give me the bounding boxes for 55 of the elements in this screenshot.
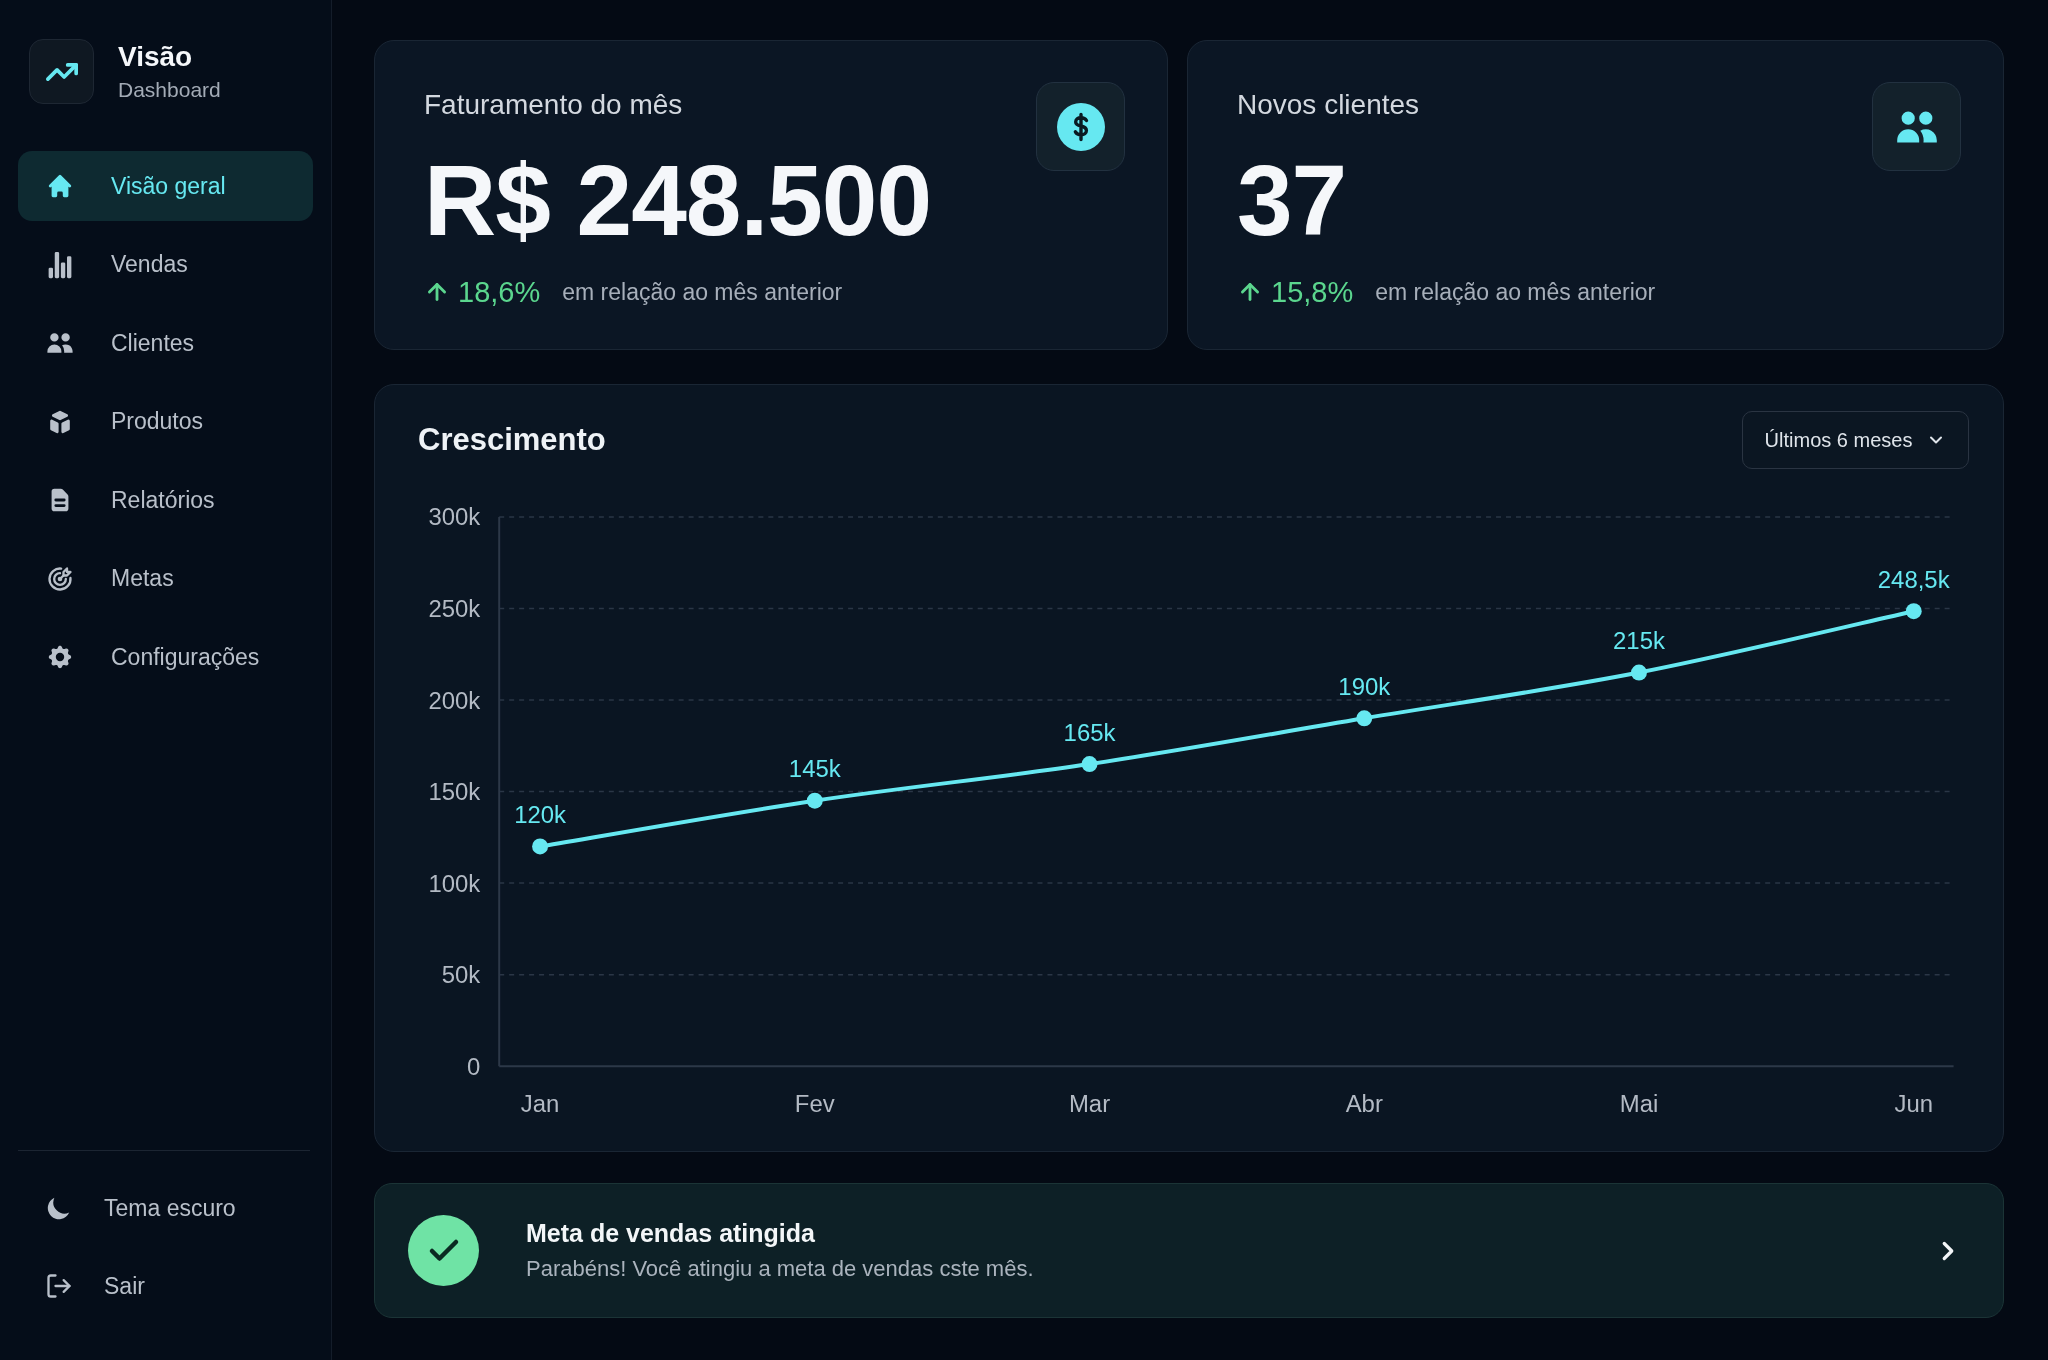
chart-title: Crescimento <box>418 422 606 458</box>
notification-message: Parabéns! Você atingiu a meta de vendas cste mês. <box>526 1256 1034 1282</box>
change-percent: 15,8% <box>1271 275 1354 309</box>
sidebar-action[interactable]: Sair <box>18 1251 313 1321</box>
y-axis-label: 100k <box>428 869 481 897</box>
x-axis-label: Jan <box>520 1089 560 1117</box>
stat-value: R$ 248.500 <box>424 150 932 250</box>
x-axis-label: Mai <box>1619 1089 1659 1117</box>
nav-item[interactable]: Clientes <box>18 308 313 378</box>
stat-value: 37 <box>1237 150 1348 250</box>
x-axis-label: Fev <box>794 1089 835 1117</box>
brand-title: Visão <box>118 40 194 73</box>
stat-title: Faturamento do mês <box>424 88 684 122</box>
change-note: em relação ao mês anterior <box>1375 278 1656 306</box>
data-point <box>806 792 823 809</box>
data-label: 190k <box>1338 672 1391 700</box>
brand-subtitle: Dashboard <box>118 76 221 103</box>
stat-title: Novos clientes <box>1237 88 1421 122</box>
target-icon <box>46 564 74 593</box>
change-percent: 18,6% <box>458 275 541 309</box>
logout-icon <box>45 1272 73 1300</box>
period-dropdown[interactable]: Últimos 6 meses <box>1742 411 1969 469</box>
data-label: 248,5k <box>1877 565 1950 593</box>
data-label: 215k <box>1613 627 1665 655</box>
data-point <box>1081 756 1098 773</box>
dollar-coin-icon <box>1036 82 1125 171</box>
nav-item[interactable]: Visão geral <box>18 151 313 221</box>
y-axis-label: 300k <box>428 503 481 531</box>
data-point <box>1905 603 1922 620</box>
y-axis-label: 250k <box>428 594 481 622</box>
x-axis-label: Abr <box>1345 1089 1383 1117</box>
nav-item[interactable]: Configurações <box>18 622 313 692</box>
data-label: 165k <box>1063 718 1116 746</box>
notification-title: Meta de vendas atingida <box>526 1219 816 1248</box>
sidebar-action[interactable]: Tema escuro <box>18 1173 313 1243</box>
data-point <box>1631 664 1647 681</box>
bar-chart-icon <box>46 250 74 279</box>
data-point <box>1356 710 1373 727</box>
y-axis-label: 50k <box>441 961 481 989</box>
home-icon <box>46 172 74 200</box>
nav-item[interactable]: Metas <box>18 543 313 614</box>
x-axis-label: Mar <box>1068 1089 1111 1117</box>
nav-item[interactable]: Produtos <box>18 386 313 457</box>
data-label: 145k <box>788 755 841 783</box>
nav-item[interactable]: Vendas <box>18 229 313 300</box>
nav-item[interactable]: Relatórios <box>18 465 313 535</box>
y-axis-label: 200k <box>428 686 481 714</box>
x-axis-label: Jun <box>1894 1089 1933 1117</box>
data-point <box>532 838 549 855</box>
settings-icon <box>46 643 74 671</box>
users-icon <box>1872 82 1961 171</box>
y-axis-label: 0 <box>466 1052 481 1080</box>
change-note: em relação ao mês anterior <box>562 278 843 306</box>
data-label: 120k <box>514 801 566 829</box>
y-axis-label: 150k <box>428 778 481 806</box>
